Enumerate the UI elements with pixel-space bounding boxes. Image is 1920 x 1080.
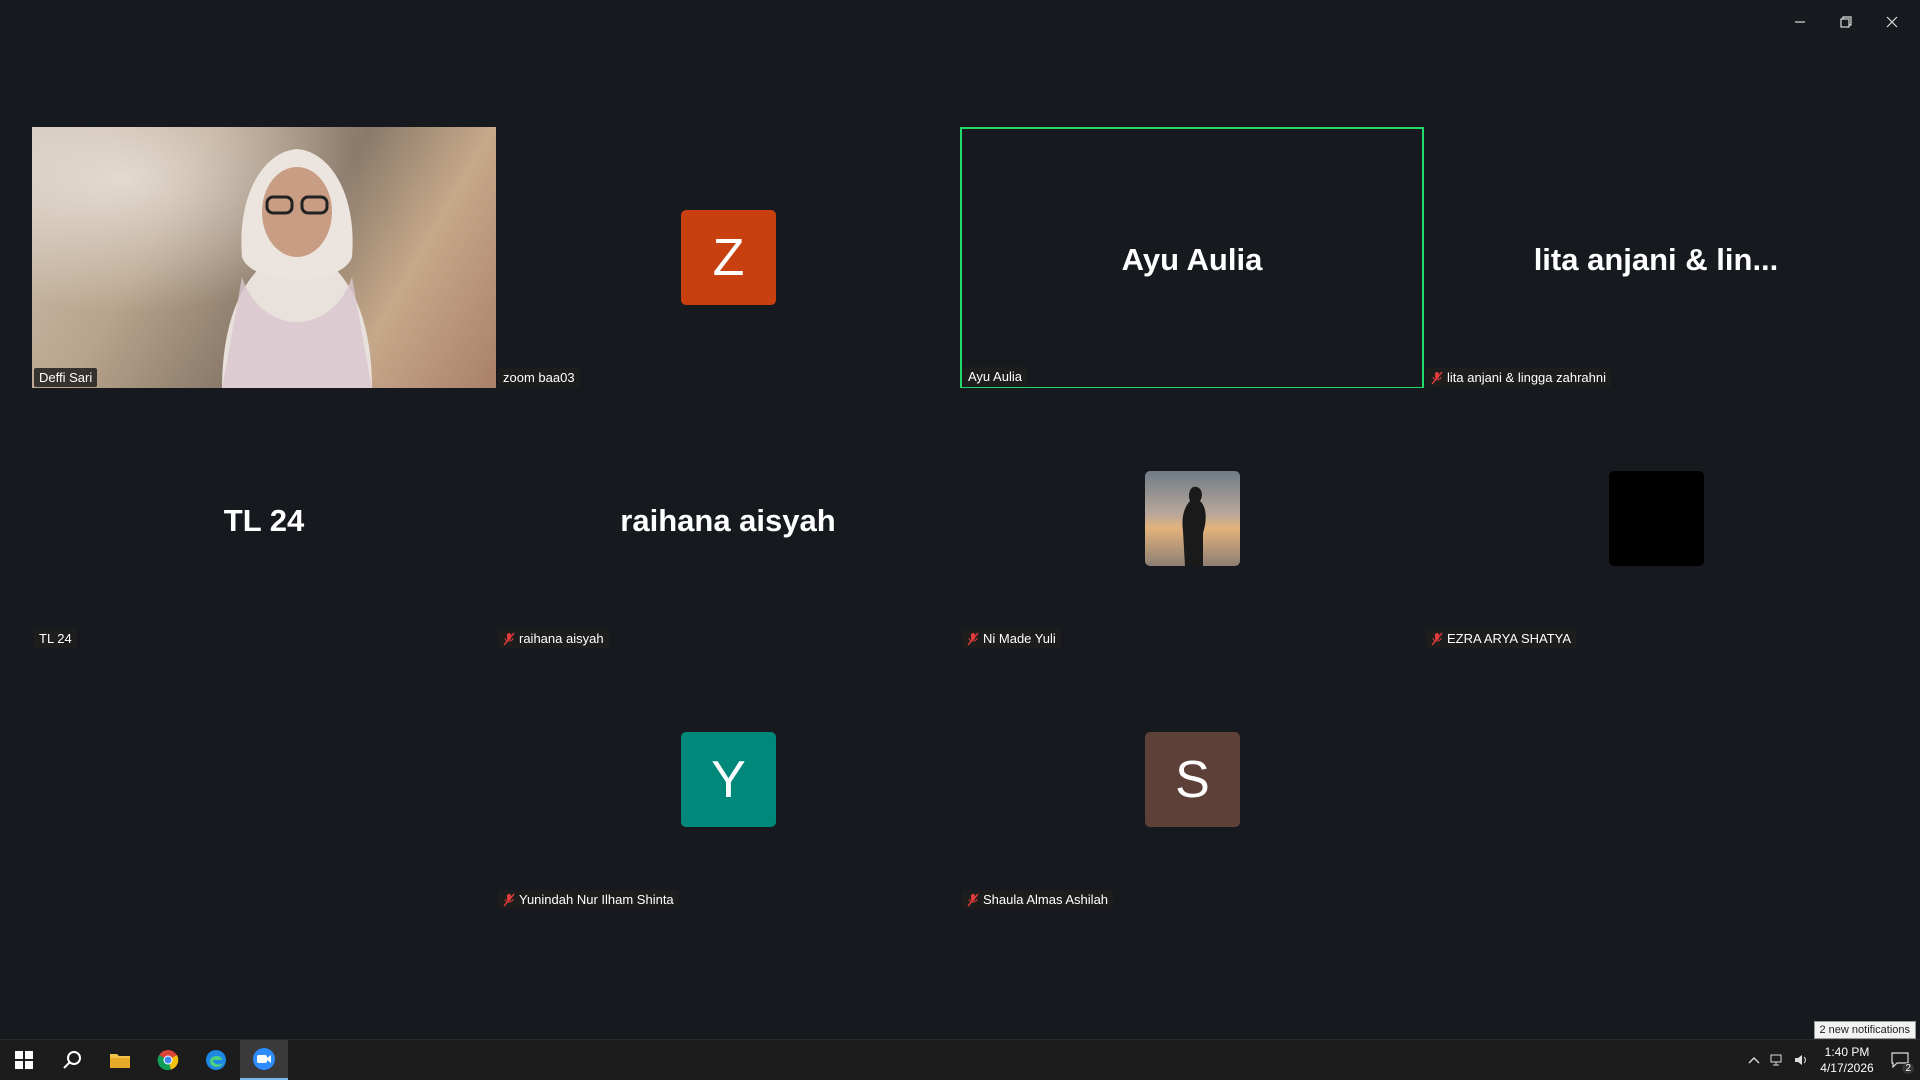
participant-tile-deffi[interactable]: Deffi Sari: [32, 127, 496, 389]
video-feed: [32, 127, 496, 389]
participant-tile-zoom[interactable]: Z zoom baa03: [496, 127, 960, 389]
muted-mic-icon: [1431, 632, 1443, 645]
windows-start-icon: [15, 1051, 33, 1069]
participant-name: TL 24: [39, 631, 72, 646]
participant-name-tag: Ni Made Yuli: [962, 629, 1061, 648]
minimize-icon: [1795, 21, 1805, 23]
window-controls: [1780, 8, 1912, 36]
participant-tile-tl24[interactable]: TL 24 TL 24: [32, 388, 496, 650]
participant-display-name: TL 24: [223, 503, 305, 538]
participant-avatar: Z: [681, 210, 776, 305]
notification-count-badge: 2: [1902, 1063, 1914, 1074]
participant-name: Deffi Sari: [39, 370, 93, 385]
zoom-button[interactable]: [240, 1040, 288, 1080]
participant-profile-photo: [1145, 471, 1240, 566]
close-icon: [1886, 16, 1898, 28]
close-button[interactable]: [1872, 8, 1912, 36]
participant-name-tag: Deffi Sari: [34, 368, 98, 387]
participant-display-name: raihana aisyah: [620, 503, 836, 538]
volume-button[interactable]: [1790, 1040, 1814, 1080]
participant-name: zoom baa03: [503, 370, 575, 385]
start-button[interactable]: [0, 1040, 48, 1080]
participant-name-tag: TL 24: [34, 629, 77, 648]
edge-icon: [206, 1050, 226, 1070]
participant-name: EZRA ARYA SHATYA: [1447, 631, 1572, 646]
participant-name-tag: EZRA ARYA SHATYA: [1426, 629, 1577, 648]
participant-name-tag: Ayu Aulia: [963, 367, 1027, 386]
participant-name: raihana aisyah: [519, 631, 604, 646]
volume-icon: [1795, 1055, 1806, 1065]
participant-name-tag: lita anjani & lingga zahrahni: [1426, 368, 1611, 387]
system-tray: 1:40 PM 4/17/2026 2: [1742, 1040, 1920, 1080]
search-icon: [63, 1051, 81, 1069]
zoom-icon: [253, 1048, 275, 1070]
participant-tile-lita[interactable]: lita anjani & lin... lita anjani & lingg…: [1424, 127, 1888, 389]
participant-name: Ni Made Yuli: [983, 631, 1056, 646]
restore-icon: [1840, 16, 1852, 28]
participant-tile-ezra[interactable]: EZRA ARYA SHATYA: [1424, 388, 1888, 650]
notification-tooltip: 2 new notifications: [1813, 1021, 1916, 1039]
muted-mic-icon: [1431, 371, 1443, 384]
participant-tile-nimade[interactable]: Ni Made Yuli: [960, 388, 1424, 650]
network-button[interactable]: [1766, 1040, 1790, 1080]
clock-time: 1:40 PM: [1824, 1045, 1870, 1059]
chrome-icon: [157, 1050, 179, 1071]
minimize-button[interactable]: [1780, 8, 1820, 36]
participant-name: Ayu Aulia: [968, 369, 1022, 384]
participant-avatar-black: [1609, 471, 1704, 566]
silhouette-image: [1182, 486, 1206, 566]
participant-tile-shaula[interactable]: S Shaula Almas Ashilah: [960, 649, 1424, 911]
participant-tile-ayu[interactable]: Ayu Aulia Ayu Aulia: [960, 127, 1424, 389]
participant-name-tag: zoom baa03: [498, 368, 580, 387]
file-explorer-icon: [110, 1054, 130, 1068]
participant-name: lita anjani & lingga zahrahni: [1447, 370, 1606, 385]
taskbar-clock[interactable]: 1:40 PM 4/17/2026: [1814, 1044, 1880, 1076]
participant-tile-yunindah[interactable]: Y Yunindah Nur Ilham Shinta: [496, 649, 960, 911]
edge-button[interactable]: [192, 1040, 240, 1080]
chrome-button[interactable]: [144, 1040, 192, 1080]
muted-mic-icon: [503, 632, 515, 645]
file-explorer-button[interactable]: [96, 1040, 144, 1080]
participant-display-name: Ayu Aulia: [1121, 242, 1263, 277]
participant-avatar: Y: [681, 732, 776, 827]
show-hidden-icons-button[interactable]: [1742, 1040, 1766, 1080]
participant-name: Yunindah Nur Ilham Shinta: [519, 892, 674, 907]
muted-mic-icon: [967, 632, 979, 645]
participant-name-tag: Shaula Almas Ashilah: [962, 890, 1114, 909]
participant-avatar: S: [1145, 732, 1240, 827]
participant-name-tag: raihana aisyah: [498, 629, 609, 648]
taskbar: 1:40 PM 4/17/2026 2: [0, 1039, 1920, 1080]
chevron-up-icon: [1748, 1057, 1760, 1064]
participant-video-image: [222, 149, 372, 389]
muted-mic-icon: [503, 893, 515, 906]
muted-mic-icon: [967, 893, 979, 906]
participant-tile-raihana[interactable]: raihana aisyah raihana aisyah: [496, 388, 960, 650]
clock-date: 4/17/2026: [1820, 1061, 1874, 1075]
restore-button[interactable]: [1826, 8, 1866, 36]
network-icon: [1770, 1054, 1782, 1066]
participant-name-tag: Yunindah Nur Ilham Shinta: [498, 890, 679, 909]
participant-name: Shaula Almas Ashilah: [983, 892, 1109, 907]
action-center-button[interactable]: 2: [1880, 1040, 1920, 1080]
search-button[interactable]: [48, 1040, 96, 1080]
participant-display-name: lita anjani & lin...: [1533, 242, 1779, 277]
